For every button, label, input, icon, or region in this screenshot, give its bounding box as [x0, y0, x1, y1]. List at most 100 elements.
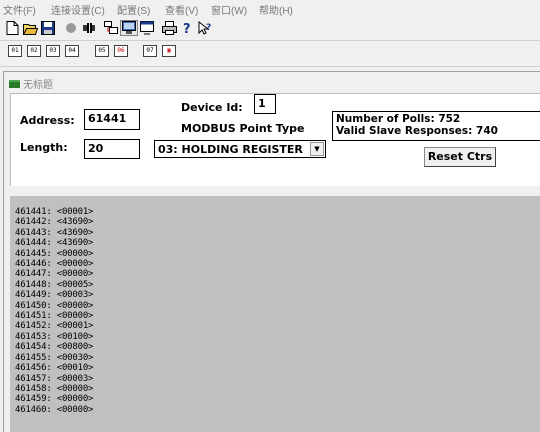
register-row: 461460: <00000> — [15, 404, 94, 415]
register-row: 461445: <00000> — [15, 248, 94, 259]
register-value: <00000> — [56, 300, 94, 311]
menu-view[interactable]: 查看(V) — [165, 2, 198, 17]
register-value: <43690> — [56, 238, 94, 249]
window-icon — [9, 79, 20, 88]
register-row: 461452: <00001> — [15, 321, 94, 332]
register-row: 461451: <00000> — [15, 311, 94, 322]
toolbar-divider — [0, 66, 540, 67]
save-icon[interactable] — [39, 20, 57, 36]
register-value: <00005> — [56, 279, 94, 290]
register-row: 461448: <00005> — [15, 279, 94, 290]
main-toolbar: ? ? — [0, 17, 540, 40]
device-id-field[interactable]: 1 — [254, 94, 276, 114]
register-value: <00000> — [56, 394, 94, 405]
address-field[interactable]: 61441 — [84, 109, 140, 130]
function-button-02[interactable]: 02 — [27, 45, 41, 57]
menu-help[interactable]: 帮助(H) — [259, 2, 293, 17]
register-row: 461441: <00001> — [15, 207, 94, 217]
register-value: <43690> — [56, 217, 94, 228]
register-address: 461458 — [15, 383, 47, 394]
register-address: 461442 — [15, 217, 47, 228]
register-row: 461456: <00010> — [15, 363, 94, 374]
register-value: <00003> — [56, 290, 94, 301]
svg-text:?: ? — [206, 23, 211, 33]
register-display: 461441: <00001> 461442: <43690> 461443: <4… — [10, 196, 540, 432]
function-button-05[interactable]: 05 — [95, 45, 109, 57]
function-button-04[interactable]: 04 — [65, 45, 79, 57]
register-address: 461450 — [15, 300, 47, 311]
print-icon[interactable] — [160, 20, 178, 36]
register-value: <00800> — [56, 342, 94, 353]
register-value: <00001> — [56, 321, 94, 332]
poll-window: 无标题 Address: 61441 Length: 20 Device Id:… — [3, 71, 540, 432]
poll-stats: Number of Polls: 752 Valid Slave Respons… — [332, 111, 540, 141]
length-field[interactable]: 20 — [84, 139, 140, 159]
register-address: 461459 — [15, 394, 47, 405]
reset-counters-button[interactable]: Reset Ctrs — [424, 147, 496, 167]
register-address: 461441 — [15, 207, 47, 217]
context-help-icon[interactable]: ? — [196, 20, 214, 36]
register-address: 461452 — [15, 321, 47, 332]
display-registers-icon[interactable] — [102, 20, 120, 36]
window-title: 无标题 — [9, 76, 53, 91]
register-row: 461444: <43690> — [15, 238, 94, 249]
monitor-icon[interactable] — [120, 20, 138, 36]
menu-bar: 文件(F) 连接设置(C) 配置(S) 查看(V) 窗口(W) 帮助(H) — [0, 0, 540, 17]
device-id-label: Device Id: — [181, 101, 243, 114]
register-value: <00000> — [56, 311, 94, 322]
connect-icon[interactable] — [62, 20, 80, 36]
function-button-07[interactable]: 07 — [143, 45, 157, 57]
function-button-01[interactable]: 01 — [8, 45, 22, 57]
register-address: 461445 — [15, 248, 47, 259]
register-address: 461456 — [15, 363, 47, 374]
menu-file[interactable]: 文件(F) — [3, 2, 36, 17]
function-button-06[interactable]: 06 — [114, 45, 128, 57]
point-type-select[interactable]: 03: HOLDING REGISTER ▼ — [154, 140, 326, 158]
valid-responses-count: Valid Slave Responses: 740 — [336, 125, 498, 137]
register-row: 461455: <00030> — [15, 352, 94, 363]
register-address: 461451 — [15, 311, 47, 322]
disconnect-icon[interactable] — [80, 20, 98, 36]
function-toolbar — [0, 41, 540, 65]
point-type-label: MODBUS Point Type — [181, 122, 305, 135]
register-value: <00010> — [56, 363, 94, 374]
menu-window[interactable]: 窗口(W) — [211, 2, 247, 17]
register-address: 461446 — [15, 259, 47, 270]
register-address: 461453 — [15, 331, 47, 342]
point-type-value: 03: HOLDING REGISTER — [158, 143, 303, 156]
register-value: <00000> — [56, 248, 94, 259]
register-row: 461453: <00100> — [15, 331, 94, 342]
register-value: <00030> — [56, 352, 94, 363]
register-row: 461447: <00000> — [15, 269, 94, 280]
window-icon[interactable] — [138, 20, 156, 36]
register-value: <00000> — [56, 269, 94, 280]
register-value: <00000> — [56, 383, 94, 394]
function-button-08[interactable]: ▣ — [162, 45, 176, 57]
register-value: <43690> — [56, 227, 94, 238]
register-row: 461454: <00800> — [15, 342, 94, 353]
chevron-down-icon[interactable]: ▼ — [310, 142, 324, 156]
help-icon[interactable]: ? — [178, 20, 196, 36]
register-address: 461449 — [15, 290, 47, 301]
register-list: 461441: <00001> 461442: <43690> 461443: <4… — [15, 207, 93, 415]
register-value: <00100> — [56, 331, 94, 342]
register-value: <00000> — [56, 404, 94, 415]
register-row: 461450: <00000> — [15, 300, 94, 311]
register-row: 461458: <00000> — [15, 383, 94, 394]
register-address: 461448 — [15, 279, 47, 290]
register-value: <00001> — [56, 207, 94, 217]
function-button-03[interactable]: 03 — [46, 45, 60, 57]
address-label: Address: — [20, 114, 75, 127]
menu-setup[interactable]: 配置(S) — [117, 2, 150, 17]
svg-text:?: ? — [183, 22, 191, 35]
settings-panel: Address: 61441 Length: 20 Device Id: 1 M… — [10, 93, 540, 186]
register-address: 461455 — [15, 352, 47, 363]
new-file-icon[interactable] — [3, 20, 21, 36]
register-row: 461443: <43690> — [15, 227, 94, 238]
open-folder-icon[interactable] — [21, 20, 39, 36]
register-address: 461457 — [15, 373, 47, 384]
register-row: 461442: <43690> — [15, 217, 94, 228]
register-row: 461457: <00003> — [15, 373, 94, 384]
menu-connection[interactable]: 连接设置(C) — [51, 2, 105, 17]
register-address: 461447 — [15, 269, 47, 280]
